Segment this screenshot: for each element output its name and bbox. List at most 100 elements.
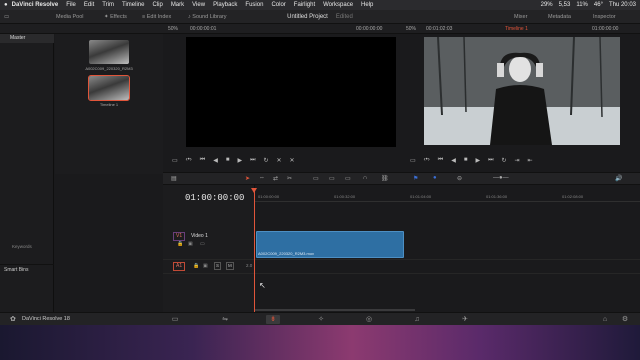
metadata-tab[interactable]: Metadata [548, 10, 571, 24]
menu-playback[interactable]: Playback [213, 0, 237, 10]
keywords-bin[interactable]: Keywords [12, 244, 32, 249]
play-icon[interactable]: ▶ [475, 157, 480, 164]
program-viewer[interactable] [424, 37, 620, 145]
snapping-icon[interactable]: ∩ [363, 175, 367, 181]
viewer-options-icon[interactable]: ▭ [410, 157, 416, 164]
home-icon[interactable]: ⌂ [598, 315, 612, 324]
jog-icon[interactable]: ‹•› [186, 157, 192, 163]
auto-select-icon[interactable]: ▣ [188, 241, 193, 247]
ruler-tick-label: 01:00:32:00 [334, 194, 356, 199]
source-zoom[interactable]: 50% [168, 24, 178, 34]
volume-status[interactable]: 11% [576, 0, 588, 10]
play-icon[interactable]: ▶ [237, 157, 242, 164]
insert-clip-icon[interactable]: ▭ [313, 175, 319, 182]
menu-file[interactable]: File [66, 0, 76, 10]
menu-fusion[interactable]: Fusion [245, 0, 263, 10]
mute-button[interactable]: M [226, 262, 234, 270]
fusion-page-icon[interactable]: ✧ [314, 315, 328, 324]
clip-thumbnail[interactable] [89, 40, 129, 64]
timeline-scrollbar[interactable] [255, 309, 415, 311]
mark-in-icon[interactable]: ✕ [277, 157, 282, 164]
program-zoom[interactable]: 50% [406, 24, 416, 34]
timeline-view-icon[interactable]: ▤ [171, 175, 177, 182]
zoom-slider-icon[interactable]: —●— [493, 175, 509, 181]
source-transport: ▭ ‹•› ⏮ ◀ ■ ▶ ⏭ ↻ ✕ ✕ [172, 155, 295, 165]
desktop-background [0, 325, 640, 360]
loop-icon[interactable]: ↻ [263, 157, 268, 164]
selection-tool-icon[interactable]: ➤ [245, 175, 250, 182]
inspector-tab[interactable]: Inspector [593, 10, 616, 24]
mark-out-icon[interactable]: ⇤ [528, 157, 533, 164]
mark-in-icon[interactable]: ⇥ [515, 157, 520, 164]
apple-icon[interactable]: ● [4, 0, 8, 10]
timeline-clip[interactable]: A002C009_220320_R2M3.mov [256, 231, 404, 258]
deliver-page-icon[interactable]: ✈ [458, 315, 472, 324]
link-icon[interactable]: ⛓ [381, 175, 389, 182]
blade-tool-icon[interactable]: ✂ [287, 175, 292, 182]
jog-icon[interactable]: ‹•› [424, 157, 430, 163]
fairlight-page-icon[interactable]: ♫ [410, 315, 424, 324]
solo-button[interactable]: S [214, 262, 222, 270]
zoom-out-icon[interactable]: ⊖ [457, 175, 462, 182]
media-page-icon[interactable]: ▭ [168, 315, 182, 324]
skip-back-icon[interactable]: ⏮ [200, 157, 205, 164]
project-title-bar: Untitled Project Edited [0, 10, 640, 24]
color-page-icon[interactable]: ◎ [362, 315, 376, 324]
menu-help[interactable]: Help [361, 0, 373, 10]
track-visibility-icon[interactable]: ▭ [200, 241, 205, 247]
overwrite-clip-icon[interactable]: ▭ [329, 175, 335, 182]
clock[interactable]: Thu 20:03 [609, 0, 636, 10]
master-bin[interactable]: Master [0, 34, 54, 43]
play-reverse-icon[interactable]: ◀ [213, 157, 218, 164]
auto-select-icon[interactable]: ▣ [203, 263, 208, 269]
mark-out-icon[interactable]: ✕ [290, 157, 295, 164]
timeline-thumbnail[interactable] [88, 75, 130, 101]
timeline-name[interactable]: Timeline 1 [505, 24, 528, 34]
menu-view[interactable]: View [192, 0, 205, 10]
ruler-tick-label: 01:00:00:00 [258, 194, 280, 199]
stop-icon[interactable]: ■ [226, 157, 230, 163]
top-toolbar: ▭ Media Pool ✦ Effects ≡ Edit Index ♪ So… [0, 10, 640, 24]
trim-tool-icon[interactable]: ⇔ [259, 175, 265, 181]
battery-status[interactable]: 29% [541, 0, 553, 10]
menu-fairlight[interactable]: Fairlight [294, 0, 315, 10]
menu-clip[interactable]: Clip [152, 0, 162, 10]
source-viewer[interactable] [186, 37, 396, 147]
edited-status: Edited [335, 14, 353, 20]
settings-icon[interactable]: ⚙ [618, 315, 632, 324]
stop-icon[interactable]: ■ [464, 157, 468, 163]
menu-timeline[interactable]: Timeline [122, 0, 144, 10]
marker-icon[interactable]: ● [433, 175, 437, 181]
cut-page-icon[interactable]: ⇋ [218, 315, 232, 324]
source-timecode-right: 00:00:00:00 [356, 26, 383, 32]
cpu-status[interactable]: 5,53 [559, 0, 571, 10]
viewer-options-icon[interactable]: ▭ [172, 157, 178, 164]
menu-workspace[interactable]: Workspace [323, 0, 353, 10]
lock-icon[interactable]: 🔒 [177, 241, 183, 247]
skip-forward-icon[interactable]: ⏭ [250, 157, 255, 164]
v1-track-tag[interactable]: V1 [173, 232, 186, 241]
edit-page-icon[interactable]: ⇟ [266, 315, 280, 324]
smart-bins-header[interactable]: Smart Bins [0, 264, 54, 273]
audio-icon[interactable]: 🔊 [615, 175, 622, 182]
app-menu[interactable]: DaVinci Resolve [12, 0, 59, 10]
dynamic-trim-icon[interactable]: ⇄ [273, 175, 278, 182]
replace-clip-icon[interactable]: ▭ [345, 175, 351, 182]
menu-mark[interactable]: Mark [171, 0, 184, 10]
mixer-tab[interactable]: Mixer [514, 10, 527, 24]
flag-icon[interactable]: ⚑ [413, 175, 418, 182]
a1-track-tag[interactable]: A1 [173, 262, 186, 271]
lock-icon[interactable]: 🔒 [193, 263, 199, 269]
loop-icon[interactable]: ↻ [501, 157, 506, 164]
bin-list-panel: Master Smart Bins [0, 34, 54, 312]
menu-color[interactable]: Color [271, 0, 285, 10]
play-reverse-icon[interactable]: ◀ [451, 157, 456, 164]
menu-edit[interactable]: Edit [84, 0, 94, 10]
playhead[interactable] [254, 188, 255, 312]
skip-back-icon[interactable]: ⏮ [438, 157, 443, 164]
video-track-name[interactable]: Video 1 [191, 233, 208, 239]
timeline-ruler[interactable]: 01:00:00:00 01:00:32:00 01:01:04:00 01:0… [255, 192, 640, 202]
menu-trim[interactable]: Trim [102, 0, 114, 10]
temp-status[interactable]: 46° [594, 0, 603, 10]
skip-forward-icon[interactable]: ⏭ [488, 157, 493, 164]
